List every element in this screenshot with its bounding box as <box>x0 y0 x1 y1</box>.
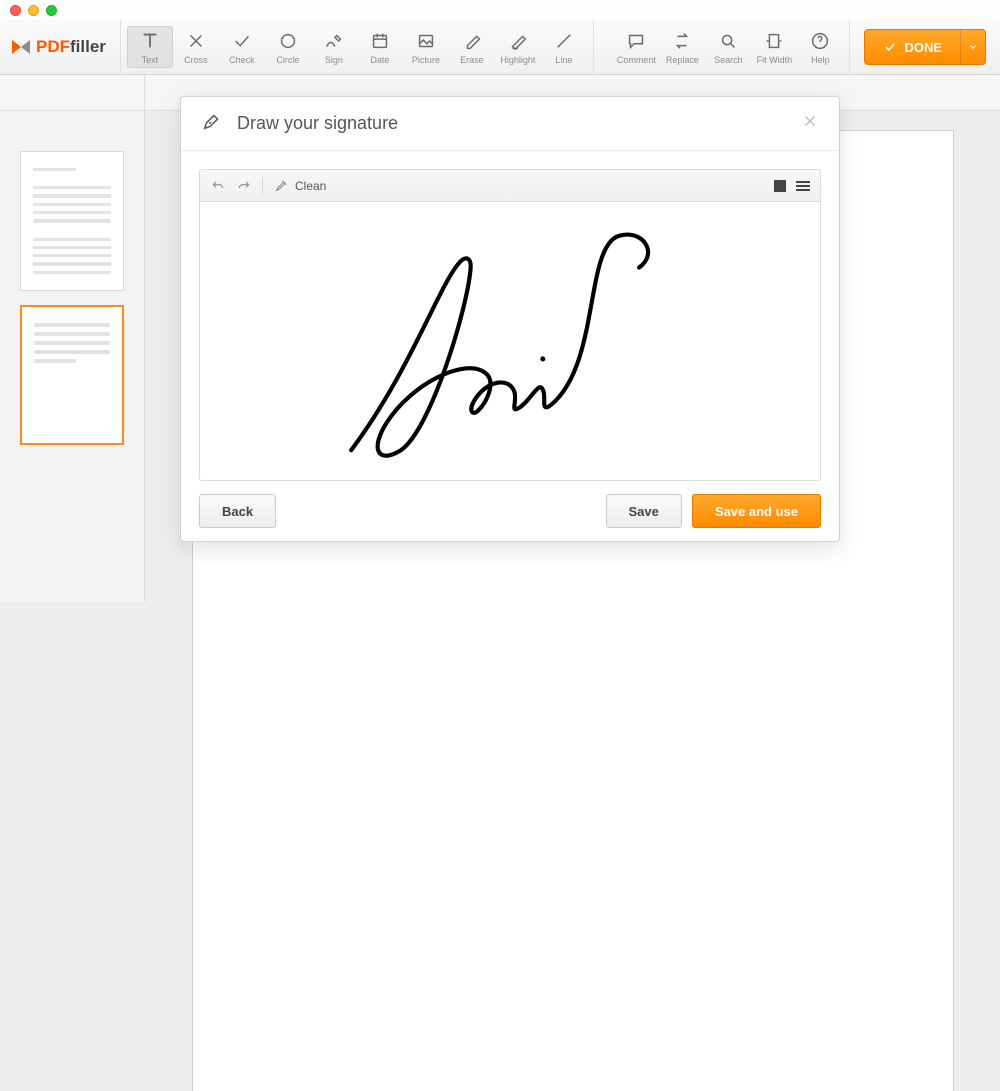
pen-nib-icon <box>201 110 223 137</box>
signature-modal: Draw your signature Clean <box>180 96 840 542</box>
sig-redo-button[interactable] <box>236 178 252 194</box>
save-use-label: Save and use <box>715 504 798 519</box>
back-label: Back <box>222 504 253 519</box>
sig-thickness-button[interactable] <box>774 180 786 192</box>
modal-backdrop: Draw your signature Clean <box>0 0 1000 602</box>
close-icon <box>801 112 819 130</box>
modal-title: Draw your signature <box>237 113 398 134</box>
modal-close-button[interactable] <box>801 112 819 135</box>
save-and-use-button[interactable]: Save and use <box>692 494 821 528</box>
sig-clean-button[interactable]: Clean <box>273 178 326 194</box>
save-button[interactable]: Save <box>606 494 682 528</box>
sig-clean-label: Clean <box>295 179 326 193</box>
save-label: Save <box>629 504 659 519</box>
square-icon <box>774 180 786 192</box>
sig-undo-button[interactable] <box>210 178 226 194</box>
broom-icon <box>273 178 289 194</box>
signature-drawing <box>200 202 820 480</box>
modal-header: Draw your signature <box>181 97 839 151</box>
lines-icon <box>796 181 810 191</box>
signature-canvas[interactable] <box>199 201 821 481</box>
back-button[interactable]: Back <box>199 494 276 528</box>
modal-footer: Back Save Save and use <box>181 481 839 541</box>
divider <box>262 177 263 195</box>
sig-style-button[interactable] <box>796 181 810 191</box>
signature-toolbar: Clean <box>199 169 821 201</box>
